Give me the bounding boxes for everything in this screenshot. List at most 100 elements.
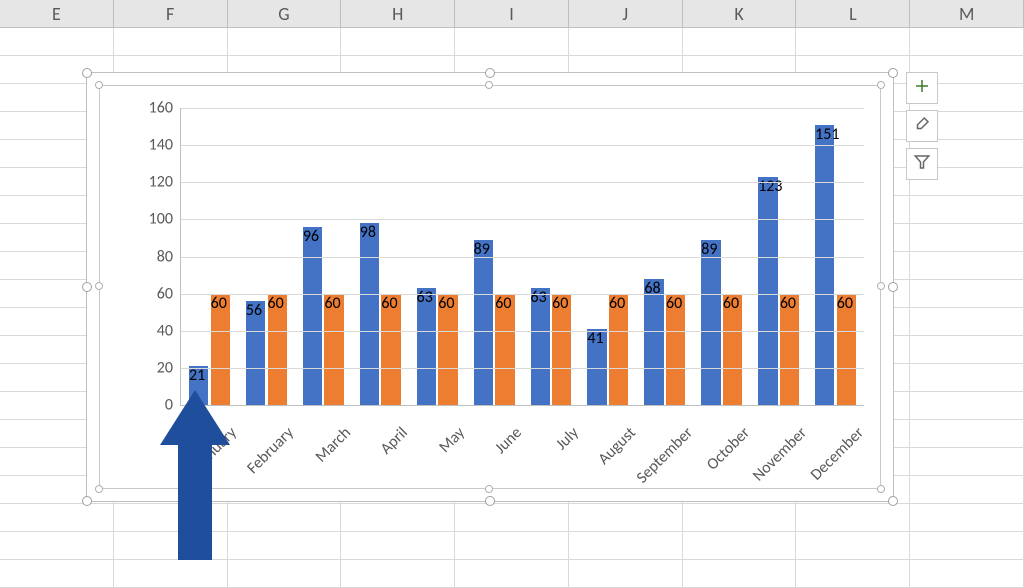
cell[interactable] (341, 560, 455, 587)
bar[interactable]: 151 (815, 125, 834, 405)
cell[interactable] (114, 28, 228, 55)
column-header[interactable]: F (114, 0, 228, 27)
cell[interactable] (569, 560, 683, 587)
cell[interactable] (228, 504, 342, 531)
resize-handle[interactable] (888, 68, 898, 78)
cell[interactable] (796, 28, 910, 55)
bar[interactable]: 60 (552, 294, 571, 405)
resize-handle[interactable] (82, 282, 92, 292)
bar[interactable]: 60 (438, 294, 457, 405)
plus-icon (913, 77, 931, 100)
bar[interactable]: 63 (417, 288, 436, 405)
bar[interactable]: 60 (666, 294, 685, 405)
column-header[interactable]: G (228, 0, 342, 27)
gridline (181, 182, 864, 183)
bar[interactable]: 60 (780, 294, 799, 405)
column-header[interactable]: E (0, 0, 114, 27)
plot-resize-handle[interactable] (485, 81, 493, 89)
column-header[interactable]: I (455, 0, 569, 27)
column-header[interactable]: K (683, 0, 797, 27)
cell[interactable] (455, 28, 569, 55)
cell[interactable] (796, 504, 910, 531)
cell[interactable] (569, 28, 683, 55)
resize-handle[interactable] (485, 496, 495, 506)
cell[interactable] (910, 28, 1024, 55)
resize-handle[interactable] (888, 282, 898, 292)
cell[interactable] (683, 560, 797, 587)
bar[interactable]: 60 (495, 294, 514, 405)
cell[interactable] (683, 532, 797, 559)
bar[interactable]: 96 (303, 227, 322, 405)
cell[interactable] (0, 504, 114, 531)
cell[interactable] (0, 28, 114, 55)
column-header[interactable]: M (910, 0, 1024, 27)
chart-elements-button[interactable] (906, 72, 938, 104)
bar[interactable]: 60 (268, 294, 287, 405)
cell[interactable] (796, 560, 910, 587)
cell[interactable] (455, 560, 569, 587)
bar[interactable]: 60 (381, 294, 400, 405)
column-header[interactable]: J (569, 0, 683, 27)
chart-styles-button[interactable] (906, 110, 938, 142)
bar[interactable]: 60 (211, 294, 230, 405)
cell[interactable] (0, 532, 114, 559)
cell[interactable] (910, 476, 1024, 503)
cell[interactable] (569, 532, 683, 559)
cell[interactable] (455, 504, 569, 531)
cell[interactable] (341, 532, 455, 559)
bar[interactable]: 123 (758, 177, 777, 405)
plot-resize-handle[interactable] (95, 485, 103, 493)
cell[interactable] (910, 504, 1024, 531)
bar[interactable]: 89 (701, 240, 720, 405)
cell[interactable] (228, 28, 342, 55)
resize-handle[interactable] (82, 68, 92, 78)
resize-handle[interactable] (82, 496, 92, 506)
cell[interactable] (683, 504, 797, 531)
bar[interactable]: 60 (837, 294, 856, 405)
bar[interactable]: 60 (609, 294, 628, 405)
cell[interactable] (114, 560, 228, 587)
cell[interactable] (455, 532, 569, 559)
cell[interactable] (910, 532, 1024, 559)
cell[interactable] (910, 560, 1024, 587)
resize-handle[interactable] (888, 496, 898, 506)
bar[interactable]: 68 (644, 279, 663, 405)
plot-resize-handle[interactable] (95, 81, 103, 89)
cell[interactable] (910, 224, 1024, 251)
bar[interactable]: 60 (324, 294, 343, 405)
bar[interactable]: 63 (531, 288, 550, 405)
plot-resize-handle[interactable] (95, 282, 103, 290)
cell[interactable] (0, 560, 114, 587)
cell[interactable] (910, 308, 1024, 335)
bar[interactable]: 89 (474, 240, 493, 405)
cell[interactable] (910, 364, 1024, 391)
cell[interactable] (910, 196, 1024, 223)
cell[interactable] (910, 420, 1024, 447)
sheet-row (0, 28, 1024, 56)
cell[interactable] (341, 28, 455, 55)
chart-filters-button[interactable] (906, 148, 938, 180)
plot-area[interactable]: 2160January5660February9660March9860Apri… (180, 108, 864, 406)
cell[interactable] (228, 560, 342, 587)
cell[interactable] (341, 504, 455, 531)
cell[interactable] (910, 392, 1024, 419)
cell[interactable] (910, 336, 1024, 363)
gridline (181, 257, 864, 258)
plot-resize-handle[interactable] (877, 282, 885, 290)
plot-resize-handle[interactable] (877, 485, 885, 493)
cell[interactable] (569, 504, 683, 531)
plot-resize-handle[interactable] (877, 81, 885, 89)
column-header[interactable]: H (341, 0, 455, 27)
bar[interactable]: 98 (360, 223, 379, 405)
bar[interactable]: 60 (723, 294, 742, 405)
column-header[interactable]: L (796, 0, 910, 27)
cell[interactable] (910, 252, 1024, 279)
resize-handle[interactable] (485, 68, 495, 78)
cell[interactable] (796, 532, 910, 559)
cell[interactable] (683, 28, 797, 55)
cell[interactable] (910, 448, 1024, 475)
cell[interactable] (228, 532, 342, 559)
bar[interactable]: 56 (246, 301, 265, 405)
plot-resize-handle[interactable] (485, 485, 493, 493)
cell[interactable] (910, 280, 1024, 307)
